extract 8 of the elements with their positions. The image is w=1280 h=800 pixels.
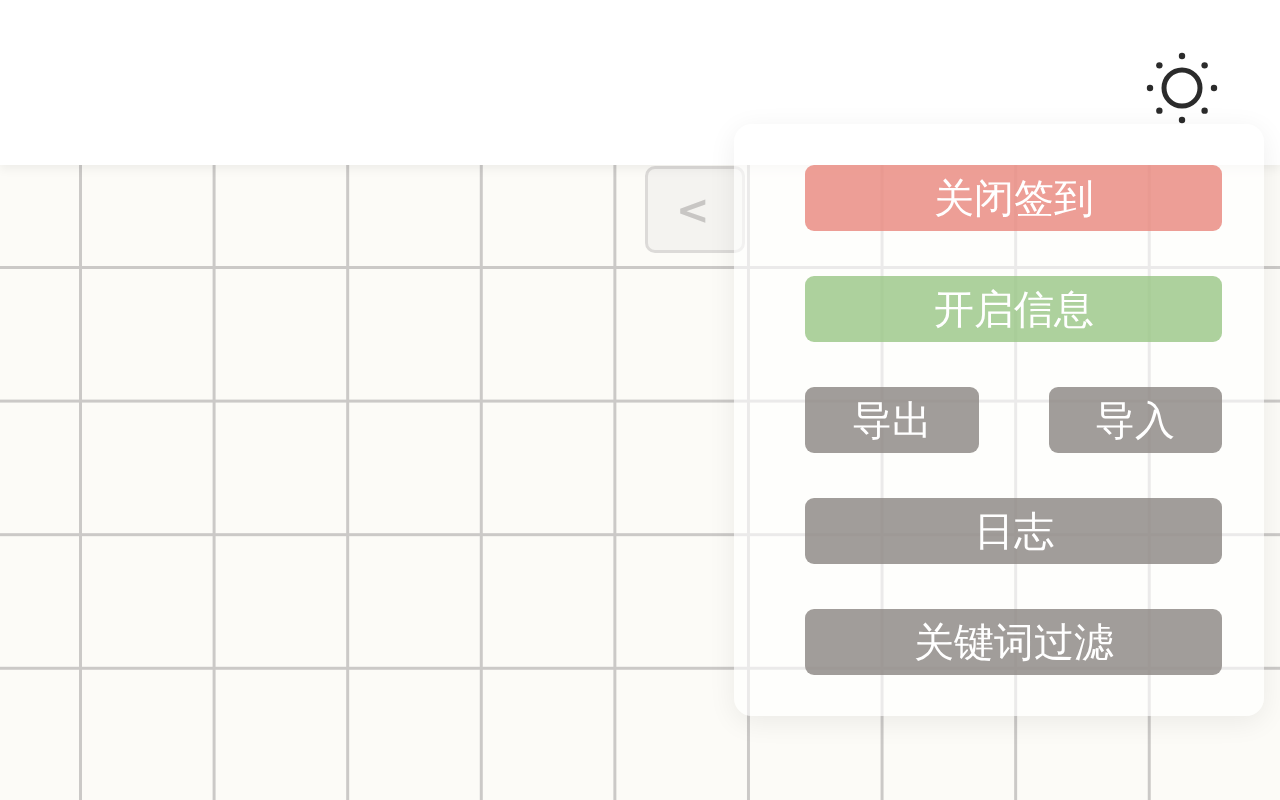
menu-button[interactable]: 导入 bbox=[1048, 387, 1222, 453]
sun-icon[interactable] bbox=[1146, 52, 1218, 124]
menu-button[interactable]: 开启信息 bbox=[805, 276, 1222, 342]
menu-button[interactable]: 关闭签到 bbox=[805, 165, 1222, 231]
menu-button[interactable]: 关键词过滤 bbox=[805, 609, 1222, 675]
menu-button[interactable]: 日志 bbox=[805, 498, 1222, 564]
menu-button[interactable]: 导出 bbox=[805, 387, 979, 453]
collapse-button[interactable]: < bbox=[645, 166, 745, 253]
